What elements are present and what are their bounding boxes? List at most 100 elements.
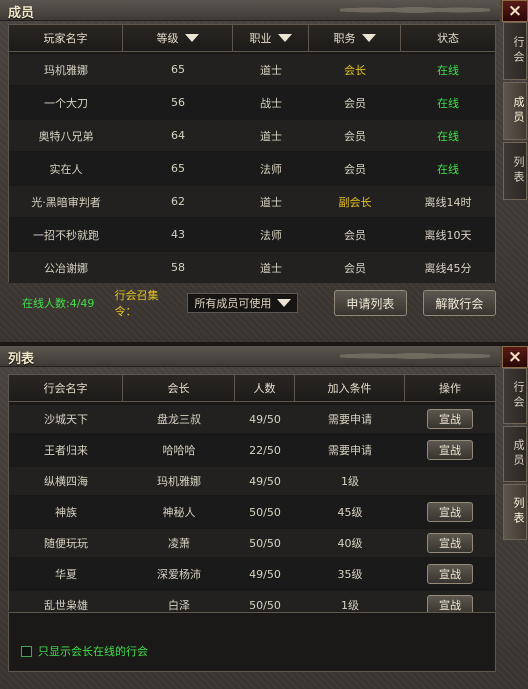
guild-action-cell: 宣战 — [405, 409, 495, 429]
member-role: 会长 — [344, 63, 366, 77]
side-tab-list[interactable]: 列表 — [503, 142, 527, 200]
member-class: 法师 — [260, 162, 282, 176]
side-tab-members[interactable]: 成员 — [503, 82, 527, 140]
guild-action-cell: 宣战 — [405, 502, 495, 522]
col-count: 人数 — [235, 375, 295, 401]
guild-leader: 神秘人 — [162, 506, 196, 519]
guild-member-count: 50/50 — [249, 505, 281, 519]
member-role: 会员 — [344, 129, 366, 143]
member-row[interactable]: 奥特八兄弟 64 道士 会员 在线 — [9, 120, 495, 151]
member-class: 法师 — [260, 228, 282, 242]
guild-rows: 沙城天下 盘龙三叔 49/50 需要申请 宣战 王者归来 哈哈哈 22/50 需要申请 宣战 纵横四… — [9, 405, 495, 619]
member-row[interactable]: 公冶谢娜 58 道士 会员 离线45分 — [9, 252, 495, 283]
member-row[interactable]: 一招不秒就跑 43 法师 会员 离线10天 — [9, 219, 495, 250]
guild-join-condition: 1级 — [341, 599, 359, 612]
guild-leader: 哈哈哈 — [162, 444, 196, 457]
member-name: 一招不秒就跑 — [33, 228, 99, 242]
declare-war-button[interactable]: 宣战 — [427, 564, 473, 584]
side-tab-list[interactable]: 列表 — [503, 484, 527, 540]
list-title: 列表 — [8, 352, 35, 367]
declare-war-button[interactable]: 宣战 — [427, 440, 473, 460]
guild-action-cell: 宣战 — [405, 533, 495, 553]
guild-action-cell: 宣战 — [405, 564, 495, 584]
col-class[interactable]: 职业 — [233, 25, 309, 51]
member-role: 会员 — [344, 228, 366, 242]
member-class: 道士 — [260, 129, 282, 143]
online-count: 在线人数:4/49 — [22, 297, 95, 310]
sort-down-icon — [277, 34, 292, 42]
guild-list-panel: 列表 × 行会 成员 列表 行会名字 会长 人数 加入条件 操作 沙城天下 盘龙三… — [0, 346, 528, 689]
member-status: 离线45分 — [424, 261, 472, 275]
guild-leader: 深爱杨沛 — [157, 568, 201, 581]
guild-name: 王者归来 — [44, 444, 88, 457]
guild-filter-area: 只显示会长在线的行会 — [8, 612, 496, 672]
guild-row[interactable]: 沙城天下 盘龙三叔 49/50 需要申请 宣战 — [9, 405, 495, 433]
list-close-button[interactable]: × — [502, 346, 528, 368]
members-title-bar[interactable]: 成员 — [0, 0, 500, 21]
summon-permission-dropdown[interactable]: 所有成员可使用 — [187, 293, 298, 313]
sort-down-icon — [361, 34, 376, 42]
guild-member-count: 49/50 — [249, 567, 281, 581]
guild-row[interactable]: 王者归来 哈哈哈 22/50 需要申请 宣战 — [9, 436, 495, 464]
leader-online-filter[interactable]: 只显示会长在线的行会 — [21, 643, 148, 659]
member-row[interactable]: 实在人 65 法师 会员 在线 — [9, 153, 495, 184]
guild-member-count: 49/50 — [249, 412, 281, 426]
leader-online-checkbox[interactable] — [21, 645, 32, 657]
member-level: 65 — [171, 162, 185, 175]
apply-list-button[interactable]: 申请列表 — [333, 290, 407, 316]
summon-permission-value: 所有成员可使用 — [194, 297, 272, 310]
member-class: 战士 — [260, 96, 282, 110]
summon-label: 行会召集令： — [114, 289, 159, 318]
side-tab-guild[interactable]: 行会 — [503, 22, 527, 80]
members-panel: 成员 × 行会 成员 列表 玩家名字 等级 职业 职务 状态 玛机雅娜 65 道士会… — [0, 0, 528, 342]
side-tab-guild[interactable]: 行会 — [503, 368, 527, 424]
col-player-name[interactable]: 玩家名字 — [9, 25, 123, 51]
guild-row[interactable]: 神族 神秘人 50/50 45级 宣战 — [9, 498, 495, 526]
member-row[interactable]: 光·黑暗审判者 62 道士 副会长 离线14时 — [9, 186, 495, 217]
member-row[interactable]: 一个大刀 56 战士 会员 在线 — [9, 87, 495, 118]
guild-name: 纵横四海 — [44, 475, 88, 488]
member-status: 在线 — [437, 129, 459, 143]
members-table-header: 玩家名字 等级 职业 职务 状态 — [9, 25, 495, 52]
guild-leader: 盘龙三叔 — [157, 413, 201, 426]
guild-join-condition: 40级 — [337, 537, 363, 550]
guild-join-condition: 45级 — [337, 506, 363, 519]
declare-war-button[interactable]: 宣战 — [427, 409, 473, 429]
members-footer: 在线人数:4/49 行会召集令： 所有成员可使用 申请列表 解散行会 — [8, 286, 496, 320]
member-class: 道士 — [260, 63, 282, 77]
member-status: 离线10天 — [424, 228, 472, 242]
side-tab-members[interactable]: 成员 — [503, 426, 527, 482]
guild-name: 神族 — [55, 506, 77, 519]
member-status: 在线 — [437, 162, 459, 176]
disband-guild-button[interactable]: 解散行会 — [422, 290, 496, 316]
list-title-bar[interactable]: 列表 — [0, 346, 500, 367]
guild-member-count: 22/50 — [249, 443, 281, 457]
list-side-tabs: 行会 成员 列表 — [502, 368, 528, 542]
col-role[interactable]: 职务 — [309, 25, 401, 51]
member-status: 离线14时 — [424, 195, 472, 209]
guild-row[interactable]: 纵横四海 玛机雅娜 49/50 1级 — [9, 467, 495, 495]
col-level[interactable]: 等级 — [123, 25, 233, 51]
members-table: 玩家名字 等级 职业 职务 状态 玛机雅娜 65 道士 会长 在线 一个大刀 56 战士 会员在… — [8, 24, 496, 283]
guild-row[interactable]: 随便玩玩 凌萧 50/50 40级 宣战 — [9, 529, 495, 557]
guild-name: 随便玩玩 — [44, 537, 88, 550]
guild-row[interactable]: 华夏 深爱杨沛 49/50 35级 宣战 — [9, 560, 495, 588]
dragon-ornament-icon — [340, 2, 490, 18]
chevron-down-icon — [276, 299, 291, 307]
guild-table-header: 行会名字 会长 人数 加入条件 操作 — [9, 375, 495, 402]
guild-leader: 玛机雅娜 — [157, 475, 201, 488]
guild-action-cell: 宣战 — [405, 440, 495, 460]
member-status: 在线 — [437, 63, 459, 77]
col-action: 操作 — [439, 382, 461, 395]
members-close-button[interactable]: × — [502, 0, 528, 22]
guild-leader: 白泽 — [168, 599, 190, 612]
col-condition: 加入条件 — [295, 375, 405, 401]
member-status: 在线 — [437, 96, 459, 110]
declare-war-button[interactable]: 宣战 — [427, 533, 473, 553]
member-row[interactable]: 玛机雅娜 65 道士 会长 在线 — [9, 54, 495, 85]
guild-leader: 凌萧 — [168, 537, 190, 550]
guild-join-condition: 1级 — [341, 475, 359, 488]
col-status[interactable]: 状态 — [401, 25, 495, 51]
declare-war-button[interactable]: 宣战 — [427, 502, 473, 522]
members-title: 成员 — [8, 6, 35, 21]
